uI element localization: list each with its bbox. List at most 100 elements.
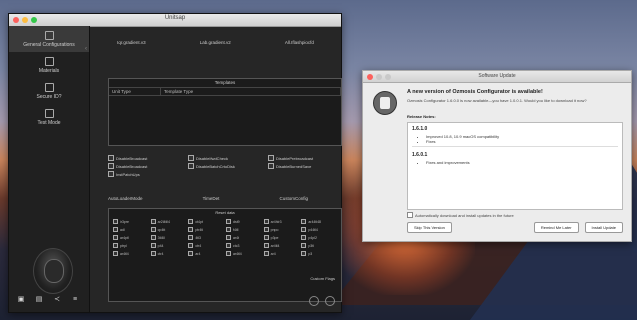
sidebar-item-test[interactable]: Test Mode — [9, 104, 89, 130]
close-button[interactable] — [367, 74, 373, 80]
reset-checkbox[interactable]: ar4tl4 — [113, 250, 149, 257]
tab-item[interactable]: AutoLoaderMode — [108, 196, 143, 201]
checkbox[interactable]: DisableBroadcast — [108, 155, 188, 161]
reset-checkbox[interactable]: ar4tl4 — [263, 242, 300, 249]
sidebar-item-label: General Configurations — [23, 41, 75, 48]
share-icon[interactable]: ≺ — [53, 296, 61, 304]
save-icon[interactable]: ▣ — [17, 296, 25, 304]
reset-checkbox[interactable]: p3 — [301, 250, 337, 257]
dialog-heading: A new version of Ozmosis Configurator is… — [407, 89, 543, 95]
dialog-titlebar[interactable]: Software Update — [363, 71, 631, 83]
reset-checkbox[interactable]: ar4t — [226, 234, 262, 241]
bottom-toolbar — [309, 296, 335, 306]
reset-checkbox[interactable]: ctr4 — [188, 242, 224, 249]
column-header[interactable]: Template Type — [161, 88, 341, 95]
column-header[interactable]: Unit Type — [109, 88, 161, 95]
note-version: 1.6.1.0 — [412, 126, 428, 132]
gear-icon — [44, 30, 54, 40]
reset-checkbox[interactable]: p4pl2 — [301, 234, 337, 241]
reset-checkbox[interactable]: ptrpl — [113, 242, 149, 249]
reset-checkbox[interactable]: ar2l4tll4 — [150, 218, 187, 225]
checkbox[interactable]: DisableBroadcast — [108, 163, 188, 169]
secure-icon — [44, 82, 54, 92]
reset-checkbox[interactable]: ar4tl4 — [226, 250, 262, 257]
checkbox[interactable]: DisablePrebroadcast — [268, 155, 348, 161]
checkbox[interactable]: DisableBurnedSave — [268, 163, 348, 169]
checkbox[interactable]: DisableIfwdCheck — [188, 155, 268, 161]
secondary-tab-bar: AutoLoaderMode TimeDet CustomConfig — [108, 196, 308, 201]
templates-panel: Templates Unit Type Template Type — [108, 78, 342, 146]
templates-title: Templates — [109, 79, 341, 88]
reset-checkbox[interactable]: ir3pre — [113, 218, 149, 225]
reset-title: Reset data — [215, 210, 235, 215]
reset-checkbox[interactable]: ar4hlr3 — [263, 218, 300, 225]
skip-version-button[interactable]: Skip This Version — [407, 222, 452, 233]
reset-checkbox[interactable]: p3pe — [263, 234, 300, 241]
reset-grid: ir3pre ar2l4tll4 ct4pt dst9 ar4hlr3 ar44tl48 a… — [109, 216, 341, 259]
sidebar-item-secure[interactable]: Secure ID? — [9, 78, 89, 104]
avatar — [33, 248, 73, 294]
reset-checkbox[interactable]: ctc3 — [226, 242, 262, 249]
settings-icon[interactable] — [325, 296, 335, 306]
dialog-title: Software Update — [478, 73, 516, 79]
reset-checkbox[interactable]: adl — [113, 226, 149, 233]
tab-item[interactable]: CustomConfig — [279, 196, 308, 201]
zoom-button[interactable] — [385, 74, 391, 80]
options-checkboxes: DisableBroadcast DisableIfwdCheck Disabl… — [108, 154, 348, 178]
sidebar-item-label: Secure ID? — [36, 93, 62, 100]
reset-checkbox[interactable]: dst9 — [226, 218, 262, 225]
settings-icon[interactable]: ≡ — [71, 296, 79, 304]
reset-data-panel: Reset data ir3pre ar2l4tll4 ct4pt dst9 ar4hl… — [108, 208, 342, 302]
sidebar-item-label: Materials — [38, 67, 60, 74]
release-notes[interactable]: 1.6.1.0 Improved 10.8, 10.9 macOS compat… — [407, 122, 623, 210]
update-dialog: Software Update A new version of Ozmosis… — [362, 70, 632, 242]
reset-checkbox[interactable]: cp4tt — [150, 226, 187, 233]
test-icon — [44, 108, 54, 118]
sidebar-item-label: Test Mode — [37, 119, 61, 126]
reset-checkbox[interactable]: ar44tl48 — [301, 218, 337, 225]
sidebar-toolbar: ▣ ▤ ≺ ≡ — [17, 296, 79, 304]
sidebar-item-materials[interactable]: Materials — [9, 52, 89, 78]
reset-checkbox[interactable]: p3tl — [301, 242, 337, 249]
face-icon — [44, 259, 64, 283]
dialog-subtext: Ozmosis Configurator 1.6.0.0 is now avai… — [407, 98, 587, 103]
tab-item[interactable]: Iqr.gradient.v3 — [111, 34, 152, 52]
main-content: Iqr.gradient.v3 Lab.gradient.v2 All.Ifla… — [90, 26, 342, 312]
sidebar: General Configurations Materials Secure … — [9, 26, 90, 312]
reset-checkbox[interactable]: ar4 — [188, 250, 224, 257]
sidebar-item-general[interactable]: General Configurations — [9, 26, 89, 52]
reset-checkbox[interactable]: ptr4tl — [188, 226, 224, 233]
note-item: Fixes and improvements — [426, 160, 622, 165]
window-title: Unitsap — [164, 15, 186, 21]
reset-checkbox[interactable]: ctr4 — [150, 250, 187, 257]
refresh-icon[interactable] — [309, 296, 319, 306]
tab-bar: Iqr.gradient.v3 Lab.gradient.v2 All.Ifla… — [90, 34, 341, 52]
reset-checkbox[interactable]: 4tl3 — [188, 234, 224, 241]
checkbox[interactable]: DisableBatchCrtoDisk — [188, 163, 268, 169]
reset-checkbox[interactable]: 3tl4ll — [150, 234, 187, 241]
note-item: Fixes — [426, 139, 622, 144]
install-update-button[interactable]: Install Update — [584, 222, 623, 233]
remind-later-button[interactable]: Remind Me Later — [533, 222, 579, 233]
tab-item[interactable]: TimeDet — [203, 196, 220, 201]
tab-item[interactable]: Lab.gradient.v2 — [194, 34, 237, 52]
main-window: Unitsap General Configurations Materials… — [8, 13, 342, 313]
minimize-button[interactable] — [376, 74, 382, 80]
app-icon — [373, 91, 397, 115]
reset-checkbox[interactable]: f4tll — [226, 226, 262, 233]
auto-update-checkbox[interactable]: Automatically download and install updat… — [407, 212, 514, 218]
release-notes-label: Release Notes: — [407, 114, 436, 119]
custom-flags-label: Custom Flags — [310, 276, 335, 281]
reset-checkbox[interactable]: p44tl4 — [301, 226, 337, 233]
checkbox[interactable]: InstPatchUps — [108, 171, 188, 177]
reset-checkbox[interactable]: ct4pt — [188, 218, 224, 225]
reset-checkbox[interactable]: ar4ptl — [113, 234, 149, 241]
tab-item[interactable]: All.Iflashpiocfd — [279, 34, 320, 52]
materials-icon — [44, 56, 54, 66]
note-version: 1.6.0.1 — [412, 152, 428, 158]
chevron-left-icon[interactable]: ‹ — [85, 46, 87, 52]
reset-checkbox[interactable]: p44 — [150, 242, 187, 249]
reset-checkbox[interactable]: pnpo — [263, 226, 300, 233]
reset-checkbox[interactable]: ar4 — [263, 250, 300, 257]
document-icon[interactable]: ▤ — [35, 296, 43, 304]
